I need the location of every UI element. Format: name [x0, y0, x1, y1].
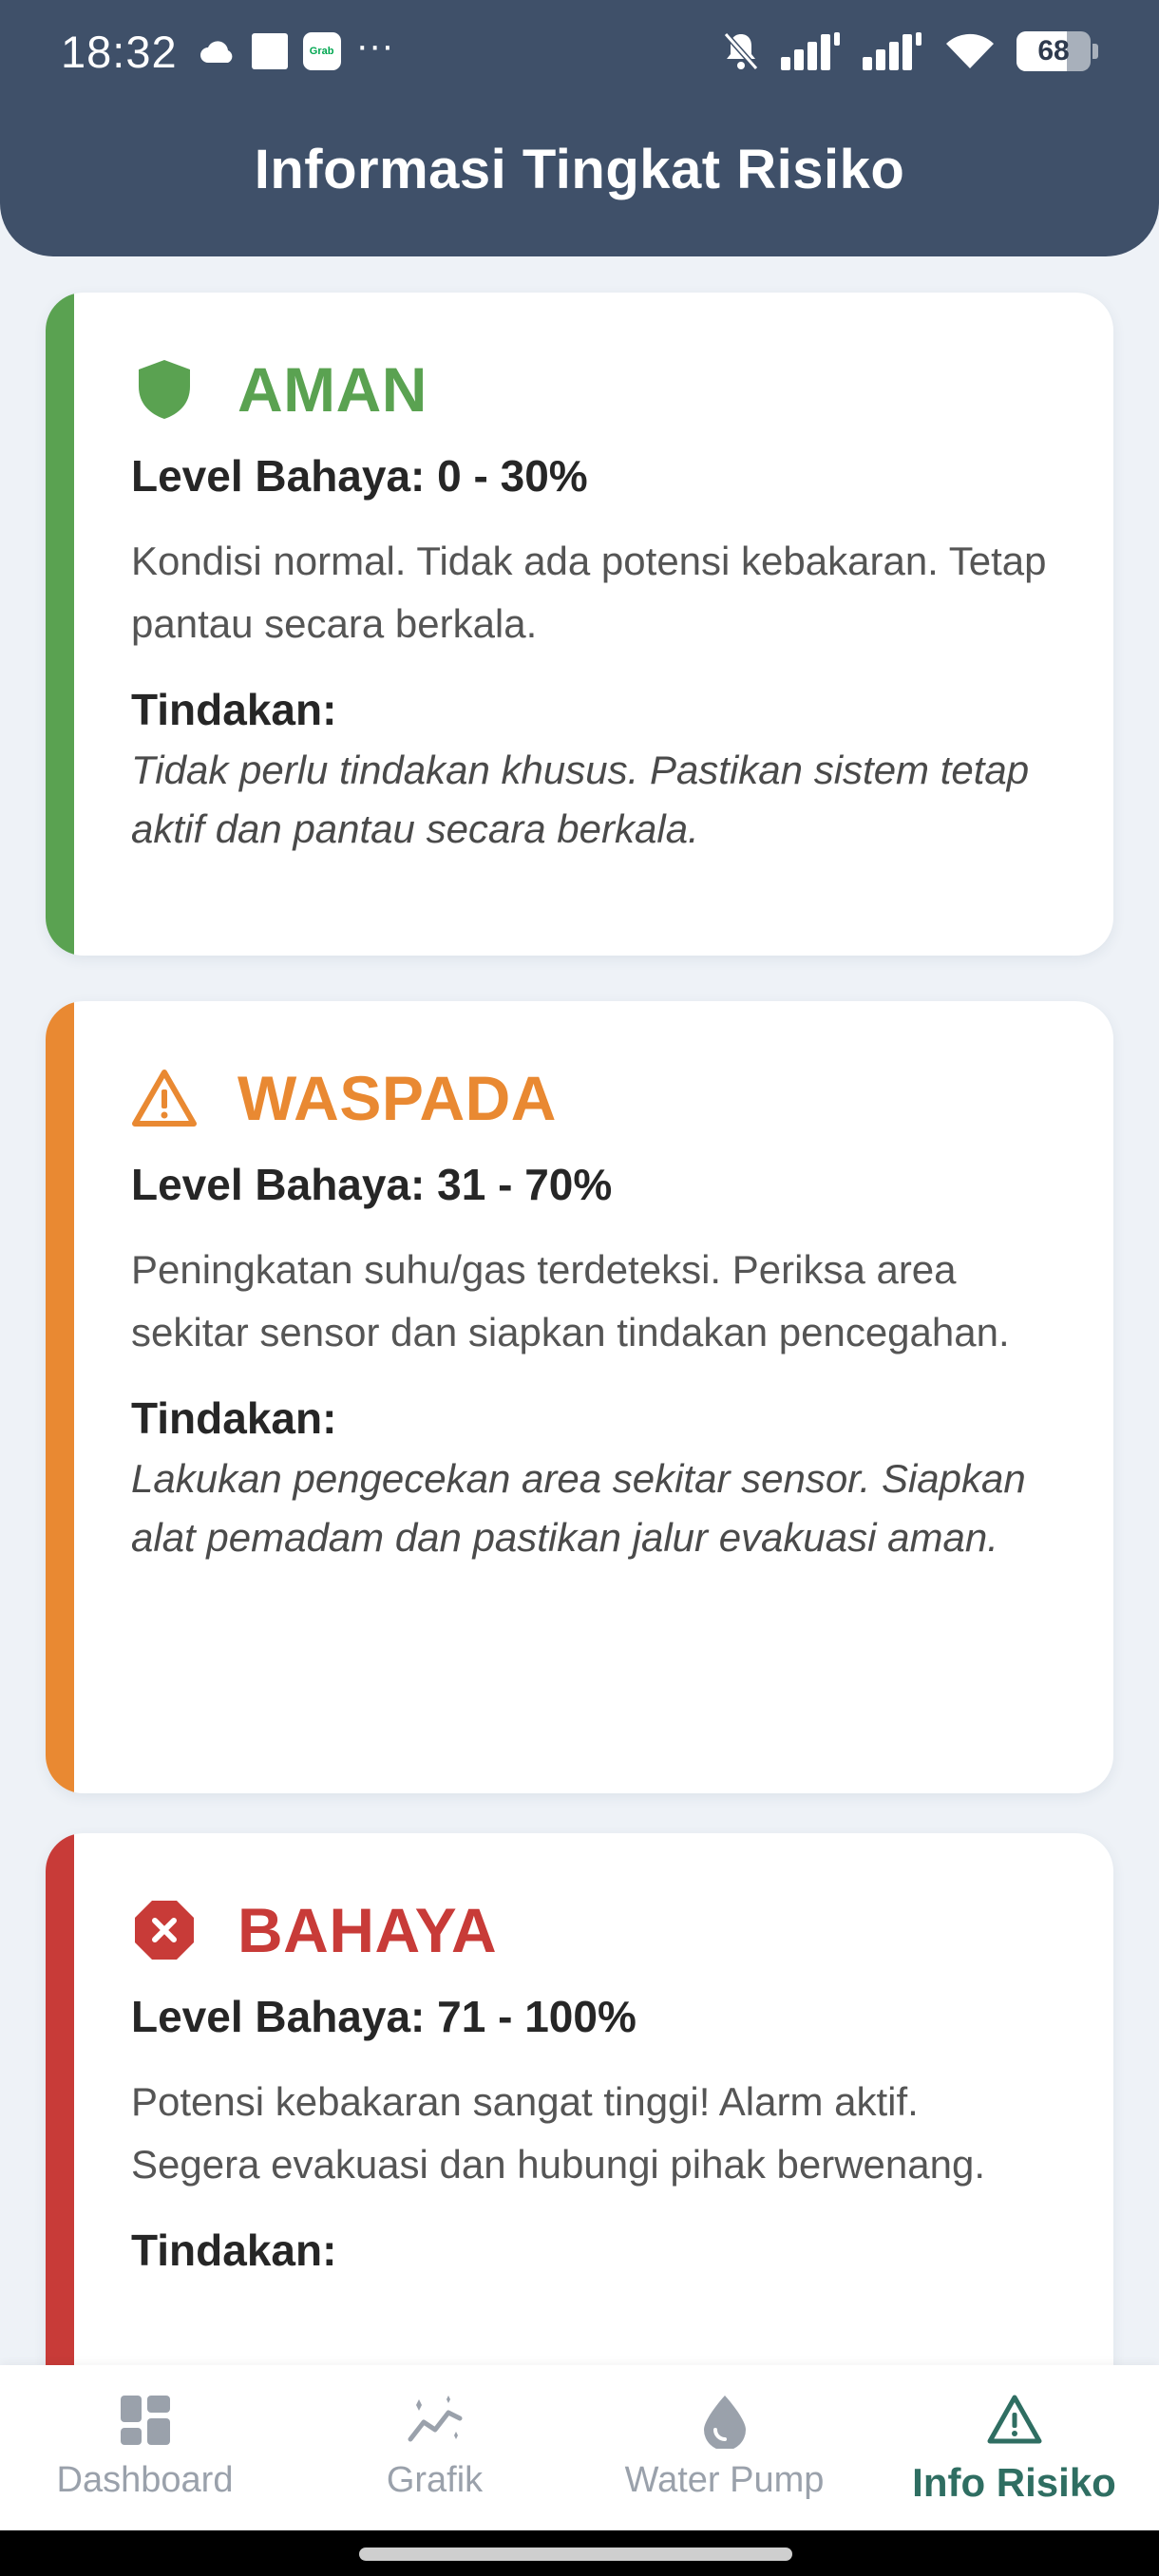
nav-label: Grafik — [386, 2460, 484, 2500]
card-description: Kondisi normal. Tidak ada potensi kebaka… — [131, 539, 1047, 646]
danger-octagon-icon — [135, 1901, 194, 1960]
action-text: Tidak perlu tindakan khusus. Pastikan si… — [131, 748, 1030, 851]
danger-level: Level Bahaya: 31 - 70% — [131, 1160, 613, 1209]
page-title: Informasi Tingkat Risiko — [254, 139, 905, 200]
card-description: Potensi kebakaran sangat tinggi! Alarm a… — [131, 2079, 986, 2187]
more-notifications-icon: ··· — [355, 25, 394, 66]
status-time: 18:32 — [61, 26, 178, 77]
risk-card-aman: AMAN Level Bahaya: 0 - 30% Kondisi norma… — [46, 293, 1113, 956]
card-description: Peningkatan suhu/gas terdeteksi. Periksa… — [131, 1247, 1010, 1354]
card-title: AMAN — [238, 354, 428, 425]
app-header: 18:32 Grab ··· 68 Informasi Tingkat Risi… — [0, 0, 1159, 256]
card-title: BAHAYA — [238, 1895, 498, 1965]
nav-grafik[interactable]: Grafik — [290, 2365, 580, 2530]
notification-icons: Grab ··· — [199, 27, 394, 70]
water-drop-icon — [703, 2396, 746, 2449]
app-notification-icon — [251, 33, 288, 69]
card-color-stripe — [46, 293, 74, 956]
warning-icon — [987, 2395, 1041, 2444]
action-label: Tindakan: — [131, 1393, 337, 1443]
bottom-navigation: Dashboard Grafik Water Pump Info Risiko — [0, 2365, 1159, 2530]
risk-card-waspada: WASPADA Level Bahaya: 31 - 70% Peningkat… — [46, 1001, 1113, 1793]
wifi-icon — [946, 33, 994, 68]
system-gesture-area — [0, 2530, 1159, 2576]
cloud-icon — [200, 41, 233, 63]
action-label: Tindakan: — [131, 685, 337, 734]
danger-level: Level Bahaya: 71 - 100% — [131, 1992, 636, 2041]
status-bar: 18:32 Grab ··· 68 — [0, 0, 1159, 103]
nav-info-risiko[interactable]: Info Risiko — [869, 2365, 1159, 2530]
mute-bell-icon — [723, 32, 759, 70]
grab-icon: Grab — [302, 32, 341, 70]
nav-label: Dashboard — [56, 2460, 234, 2500]
action-text: Lakukan pengecekan area sekitar sensor. … — [131, 1456, 1026, 1560]
chart-icon — [408, 2396, 462, 2442]
shield-icon — [139, 360, 190, 419]
card-color-stripe — [46, 1001, 74, 1793]
nav-label: Info Risiko — [912, 2460, 1116, 2505]
home-gesture-bar[interactable] — [359, 2548, 792, 2561]
nav-water-pump[interactable]: Water Pump — [580, 2365, 869, 2530]
warning-icon — [132, 1070, 197, 1127]
nav-dashboard[interactable]: Dashboard — [0, 2365, 290, 2530]
card-title: WASPADA — [238, 1063, 557, 1133]
battery-level: 68 — [1037, 35, 1070, 66]
battery-icon: 68 — [1016, 31, 1091, 71]
signal-icon-2 — [863, 32, 922, 70]
signal-icon — [781, 32, 840, 70]
dashboard-icon — [120, 2396, 170, 2445]
nav-label: Water Pump — [624, 2460, 825, 2500]
danger-level: Level Bahaya: 0 - 30% — [131, 451, 588, 501]
action-label: Tindakan: — [131, 2226, 337, 2275]
